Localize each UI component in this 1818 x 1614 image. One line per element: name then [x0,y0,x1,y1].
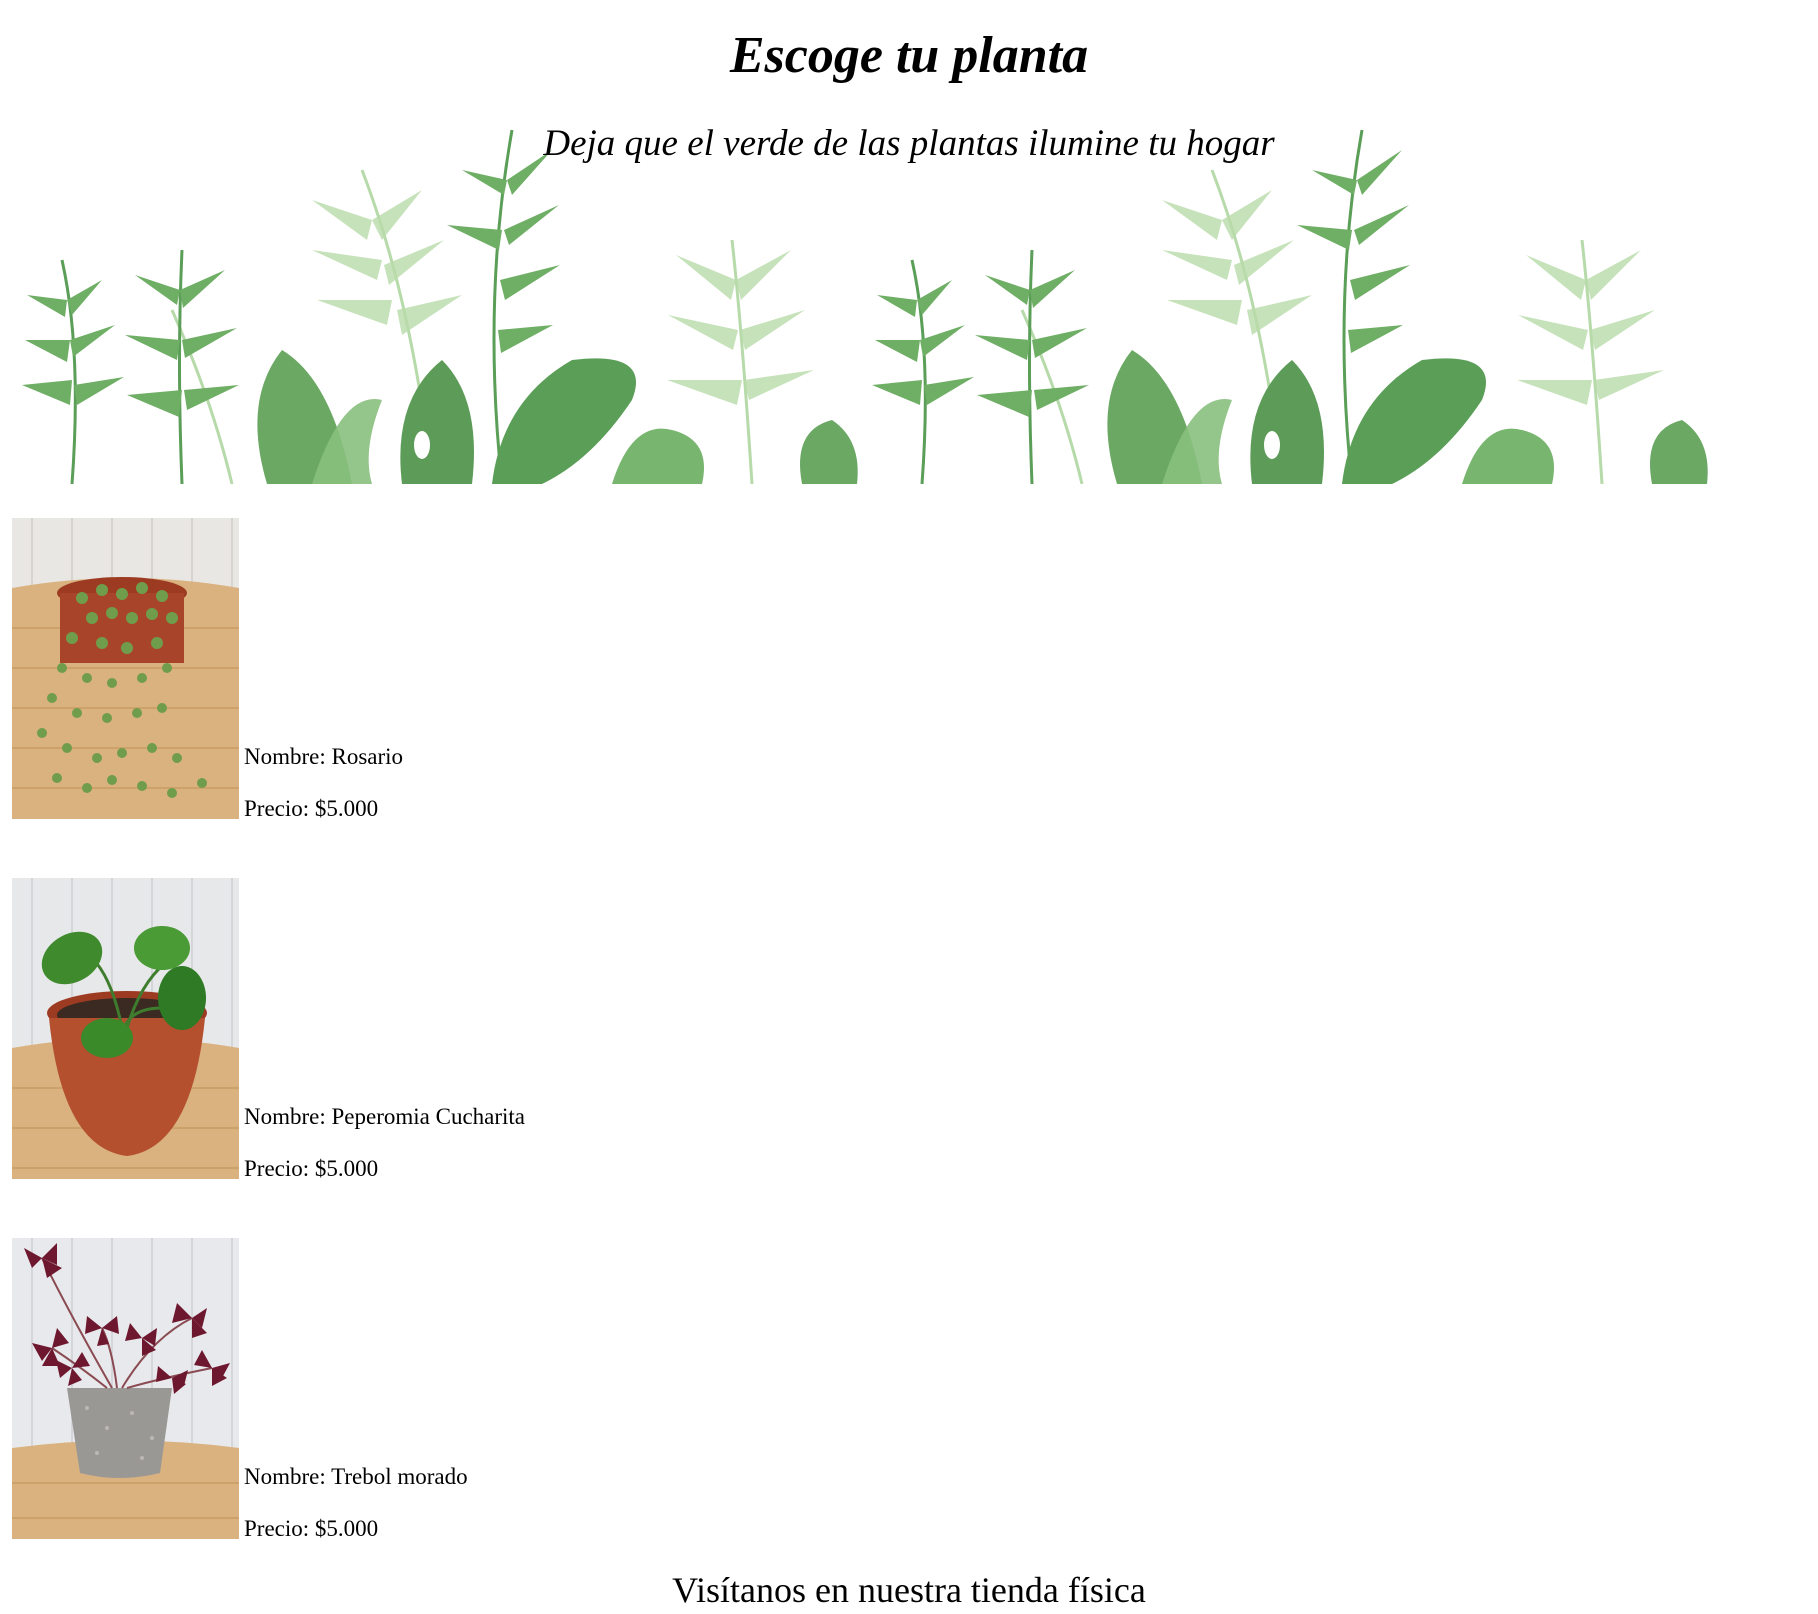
store-visit-heading: Visítanos en nuestra tienda física [672,1570,1146,1610]
page-subtitle: Deja que el verde de las plantas ilumine… [543,123,1275,164]
product-info: Nombre: Trebol morado Precio: $5.000 [244,1463,468,1567]
purple-shamrock-plant-photo [12,1238,239,1539]
product-card: Nombre: Peperomia Cucharita Precio: $5.0… [12,878,1712,1218]
product-price: Precio: $5.000 [244,1516,379,1541]
string-of-pearls-plant-photo [12,518,239,819]
product-price: Precio: $5.000 [244,1156,379,1181]
product-info: Nombre: Rosario Precio: $5.000 [244,743,403,847]
product-name: Nombre: Trebol morado [244,1464,468,1489]
product-name: Nombre: Peperomia Cucharita [244,1104,526,1129]
peperomia-plant-photo [12,878,239,1179]
product-info: Nombre: Peperomia Cucharita Precio: $5.0… [244,1103,525,1207]
product-card: Nombre: Rosario Precio: $5.000 [12,518,1712,858]
product-name: Nombre: Rosario [244,744,404,769]
product-card: Nombre: Trebol morado Precio: $5.000 [12,1238,1712,1578]
page-title: Escoge tu planta [729,27,1089,84]
product-price: Precio: $5.000 [244,796,379,821]
